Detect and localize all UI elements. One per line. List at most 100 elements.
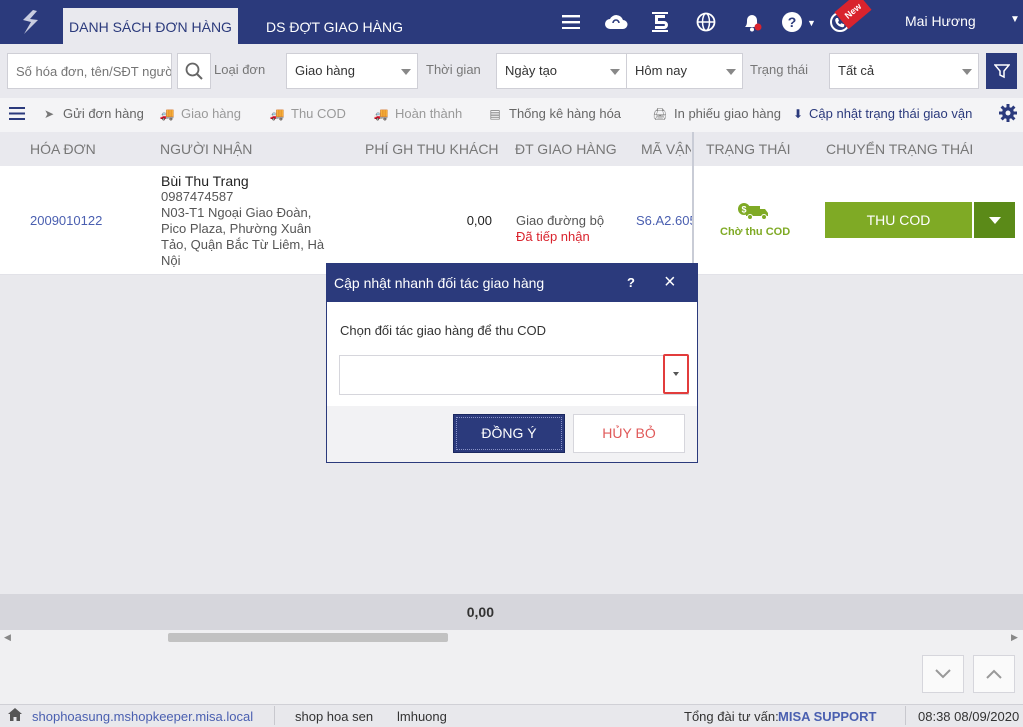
user-menu-chevron-icon[interactable]: ▼: [1010, 14, 1020, 25]
col-tracking-header[interactable]: MÃ VẬN: [641, 141, 691, 157]
col-partner-header[interactable]: ĐT GIAO HÀNG: [515, 141, 617, 157]
partner-dropdown-toggle[interactable]: [663, 354, 689, 394]
search-icon: [185, 62, 203, 80]
tab-delivery-batches[interactable]: DS ĐỢT GIAO HÀNG: [258, 8, 411, 44]
receiver-address-line: N03-T1 Ngoại Giao Đoàn,: [161, 205, 312, 220]
status-text: Chờ thu COD: [720, 226, 791, 238]
confirm-button[interactable]: ĐỒNG Ý: [453, 414, 565, 453]
col-invoice-header[interactable]: HÓA ĐƠN: [30, 141, 96, 157]
arrow-down-icon: ⬇: [792, 106, 804, 121]
scroll-up-button[interactable]: [973, 655, 1015, 693]
order-type-label: Loại đơn: [214, 62, 266, 77]
search-button[interactable]: [177, 53, 211, 89]
search-input[interactable]: [7, 53, 172, 89]
dialog-prompt: Chọn đối tác giao hàng để thu COD: [340, 323, 546, 338]
chevron-down-icon: [673, 372, 679, 376]
list-icon: ▤: [489, 106, 501, 121]
truck-check-icon: 🚚: [373, 106, 389, 121]
status-label: Trạng thái: [750, 62, 809, 77]
app-logo-icon[interactable]: [18, 8, 44, 36]
menu-icon[interactable]: [558, 10, 584, 34]
time-field-value: Ngày tạo: [505, 63, 558, 78]
chevron-down-icon: [962, 69, 972, 75]
dialog-close-icon[interactable]: ×: [664, 270, 676, 294]
horizontal-scrollbar[interactable]: [0, 630, 1023, 646]
user-name[interactable]: Mai Hương: [905, 13, 976, 29]
dialog-title: Cập nhật nhanh đối tác giao hàng: [334, 275, 545, 291]
status-value: Tất cả: [838, 63, 875, 78]
send-order-label: Gửi đơn hàng: [63, 106, 144, 121]
goods-stats-label: Thống kê hàng hóa: [509, 106, 622, 121]
filter-button[interactable]: [986, 53, 1017, 89]
cod-truck-status-icon: $: [736, 201, 770, 224]
filter-icon: [993, 64, 1010, 79]
fee-value: 0,00: [466, 213, 492, 228]
col-status-header[interactable]: TRẠNG THÁI: [706, 141, 791, 157]
receiver-address-line: Tảo, Quận Bắc Từ Liêm, Hà: [161, 237, 325, 252]
receiver-name: Bùi Thu Trang: [161, 173, 249, 189]
settings-gear-icon[interactable]: [999, 104, 1017, 125]
bell-icon[interactable]: [739, 10, 765, 34]
hotline-link[interactable]: MISA SUPPORT: [778, 709, 876, 724]
time-range-select[interactable]: Hôm nay: [626, 53, 743, 89]
home-icon[interactable]: [8, 708, 22, 724]
update-shipping-status-label: Cập nhật trạng thái giao vận: [809, 106, 973, 121]
order-type-select[interactable]: Giao hàng: [286, 53, 418, 89]
chevron-down-icon: [935, 669, 951, 679]
deliver-button[interactable]: 🚚 Giao hàng: [158, 106, 241, 121]
partner-name: Giao đường bộ: [516, 213, 605, 228]
username: lmhuong: [397, 709, 447, 724]
order-type-value: Giao hàng: [295, 63, 355, 78]
domain-link[interactable]: shophoasung.mshopkeeper.misa.local: [32, 709, 253, 724]
time-field-select[interactable]: Ngày tạo: [496, 53, 627, 89]
scroll-right-icon[interactable]: ▶: [1011, 632, 1018, 643]
partner-select[interactable]: [339, 355, 689, 395]
complete-button[interactable]: 🚚 Hoàn thành: [372, 106, 463, 121]
collect-cod-button[interactable]: 🚚 Thu COD: [268, 106, 346, 121]
chevron-down-icon: [610, 69, 620, 75]
print-delivery-button[interactable]: 🖨 In phiếu giao hàng: [651, 106, 781, 121]
scroll-down-button[interactable]: [922, 655, 964, 693]
scrollbar-thumb[interactable]: [168, 633, 448, 642]
shop-name: shop hoa sen: [295, 709, 374, 724]
cod-truck-icon: 🚚: [269, 106, 285, 121]
svg-text:?: ?: [788, 14, 797, 30]
help-chevron-icon[interactable]: ▼: [807, 18, 816, 28]
cancel-button[interactable]: HỦY BỎ: [573, 414, 685, 453]
collect-cod-action-button[interactable]: THU COD: [825, 202, 972, 238]
dialog-help-icon[interactable]: ?: [627, 275, 635, 290]
chevron-down-icon: [726, 69, 736, 75]
printer-icon: 🖨: [652, 106, 668, 121]
send-order-button[interactable]: ➤ Gửi đơn hàng: [40, 106, 144, 121]
complete-label: Hoàn thành: [395, 106, 463, 121]
chevron-down-icon: [401, 69, 411, 75]
col-fee-header[interactable]: PHÍ GH THU KHÁCH: [365, 141, 499, 157]
five-icon[interactable]: [647, 10, 673, 34]
time-label: Thời gian: [426, 62, 481, 77]
chevron-up-icon: [986, 669, 1002, 679]
col-change-status-header[interactable]: CHUYỂN TRẠNG THÁI: [826, 141, 973, 157]
col-receiver-header[interactable]: NGƯỜI NHẬN: [160, 141, 252, 157]
globe-icon[interactable]: [693, 10, 719, 34]
hotline-label: Tổng đài tư vấn:: [684, 709, 779, 724]
table-summary-bar: [0, 594, 1023, 630]
goods-stats-button[interactable]: ▤ Thống kê hàng hóa: [486, 106, 621, 121]
hamburger-icon[interactable]: [9, 107, 25, 123]
truck-icon: 🚚: [159, 106, 175, 121]
status-select[interactable]: Tất cả: [829, 53, 979, 89]
tab-order-list[interactable]: DANH SÁCH ĐƠN HÀNG: [63, 8, 238, 44]
deliver-label: Giao hàng: [181, 106, 241, 121]
receiver-address-line: Pico Plaza, Phường Xuân: [161, 221, 312, 236]
invoice-link[interactable]: 2009010122: [30, 213, 102, 228]
scroll-left-icon[interactable]: ◀: [4, 632, 11, 643]
status-divider: [274, 706, 275, 725]
update-shipping-status-button[interactable]: ⬇ Cập nhật trạng thái giao vận: [792, 106, 972, 121]
datetime: 08:38 08/09/2020: [918, 709, 1020, 724]
tracking-code[interactable]: S6.A2.605: [636, 213, 692, 228]
time-range-value: Hôm nay: [635, 63, 688, 78]
action-dropdown-button[interactable]: [974, 202, 1015, 238]
chevron-down-icon: [988, 216, 1001, 224]
help-icon[interactable]: ?: [779, 10, 805, 34]
send-icon: ➤: [43, 106, 55, 121]
cloud-sync-icon[interactable]: [603, 10, 629, 34]
